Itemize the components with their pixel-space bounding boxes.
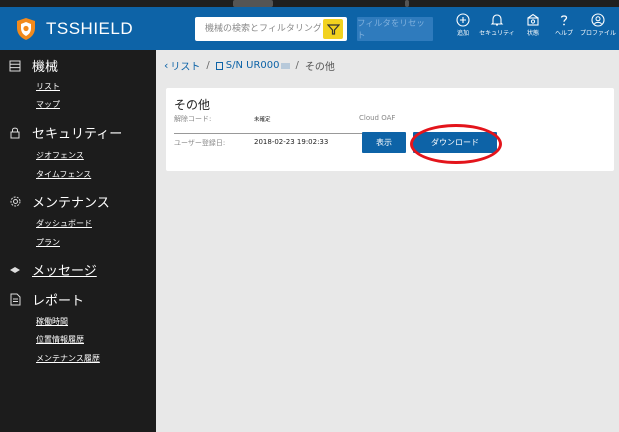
- status-button[interactable]: 状態: [522, 13, 544, 47]
- help-label: ヘルプ: [554, 30, 573, 37]
- sidebar-item-reports[interactable]: レポート: [8, 290, 84, 309]
- lock-icon: [8, 126, 22, 140]
- sidebar-machines-label: 機械: [32, 60, 59, 75]
- unlock-code-value: 未確定: [254, 117, 271, 123]
- help-icon: [560, 15, 568, 26]
- breadcrumb-current: その他: [304, 62, 335, 73]
- browser-top-strip: [0, 0, 619, 7]
- bell-icon: [490, 14, 504, 26]
- machine-icon: [215, 61, 223, 70]
- sidebar-item-operating-hours[interactable]: 稼働時間: [36, 316, 68, 327]
- filter-icon: [326, 23, 340, 35]
- sidebar: 機械 リスト マップ セキュリティー ジオフェンス タイムフェンス メンテナンス…: [0, 50, 156, 432]
- app-frame: TSSHIELD フィルタをリセット 追加 セキュリティ: [0, 0, 619, 432]
- message-icon: [8, 263, 22, 277]
- brand-name[interactable]: TSSHIELD: [46, 19, 133, 39]
- filter-button[interactable]: [323, 19, 343, 39]
- help-button[interactable]: ヘルプ: [553, 13, 575, 47]
- app-header: TSSHIELD フィルタをリセット 追加 セキュリティ: [0, 7, 619, 50]
- add-button[interactable]: 追加: [451, 13, 475, 47]
- security-label: セキュリティ: [479, 30, 515, 37]
- breadcrumb-serial-link[interactable]: S/N UR000: [226, 60, 280, 71]
- sidebar-messages-label: メッセージ: [32, 264, 97, 279]
- sidebar-item-security[interactable]: セキュリティー: [8, 123, 122, 142]
- gear-icon: [8, 195, 22, 209]
- unlock-code-label: 解除コード:: [174, 115, 212, 123]
- sidebar-item-plan[interactable]: プラン: [36, 237, 60, 248]
- profile-label: プロファイル: [579, 30, 616, 37]
- sidebar-security-label: セキュリティー: [32, 127, 123, 142]
- registered-date-value: 2018-02-23 19:02:33: [254, 138, 329, 146]
- status-icon: [527, 13, 539, 26]
- security-button[interactable]: セキュリティ: [478, 13, 516, 47]
- shield-logo-icon: [14, 17, 38, 41]
- back-chevron-icon[interactable]: ‹: [164, 59, 168, 72]
- main-content: ‹ リスト / S/N UR000 / その他 その他 解除コード: 未確定 C…: [156, 50, 619, 432]
- profile-button[interactable]: プロファイル: [578, 13, 618, 47]
- breadcrumb: ‹ リスト / S/N UR000 / その他: [164, 58, 335, 73]
- sidebar-item-maintenance[interactable]: メンテナンス: [8, 192, 110, 211]
- sidebar-item-map[interactable]: マップ: [36, 99, 60, 110]
- search-box: [195, 17, 347, 41]
- sidebar-item-messages[interactable]: メッセージ: [8, 260, 97, 279]
- add-icon: [456, 13, 470, 27]
- sidebar-item-maintenance-history[interactable]: メンテナンス履歴: [36, 353, 100, 364]
- status-label: 状態: [526, 30, 539, 37]
- search-input[interactable]: [195, 17, 321, 41]
- document-icon: [8, 293, 22, 307]
- breadcrumb-separator: /: [206, 60, 210, 71]
- breadcrumb-separator-2: /: [295, 60, 299, 71]
- breadcrumb-list-link[interactable]: リスト: [170, 58, 200, 73]
- add-label: 追加: [456, 30, 469, 37]
- registered-date-label: ユーザー登録日:: [174, 139, 226, 147]
- sidebar-reports-label: レポート: [32, 294, 85, 309]
- cloud-oaf-label: Cloud OAF: [359, 114, 396, 122]
- reset-filter-button[interactable]: フィルタをリセット: [357, 17, 433, 41]
- profile-icon: [591, 13, 605, 27]
- sidebar-item-dashboard[interactable]: ダッシュボード: [36, 218, 92, 229]
- list-icon: [8, 59, 22, 73]
- redacted-serial: [280, 62, 290, 69]
- highlight-circle: [410, 124, 502, 164]
- sidebar-item-list[interactable]: リスト: [36, 81, 60, 92]
- sidebar-maintenance-label: メンテナンス: [32, 196, 110, 211]
- show-button[interactable]: 表示: [362, 132, 406, 153]
- other-card: その他 解除コード: 未確定 Cloud OAF ユーザー登録日: 2018-0…: [166, 88, 614, 171]
- sidebar-item-machines[interactable]: 機械: [8, 56, 58, 75]
- sidebar-item-location-history[interactable]: 位置情報履歴: [36, 334, 84, 345]
- card-title: その他: [174, 98, 211, 112]
- divider: [174, 133, 374, 134]
- sidebar-item-timefence[interactable]: タイムフェンス: [36, 169, 91, 180]
- sidebar-item-geofence[interactable]: ジオフェンス: [36, 150, 84, 161]
